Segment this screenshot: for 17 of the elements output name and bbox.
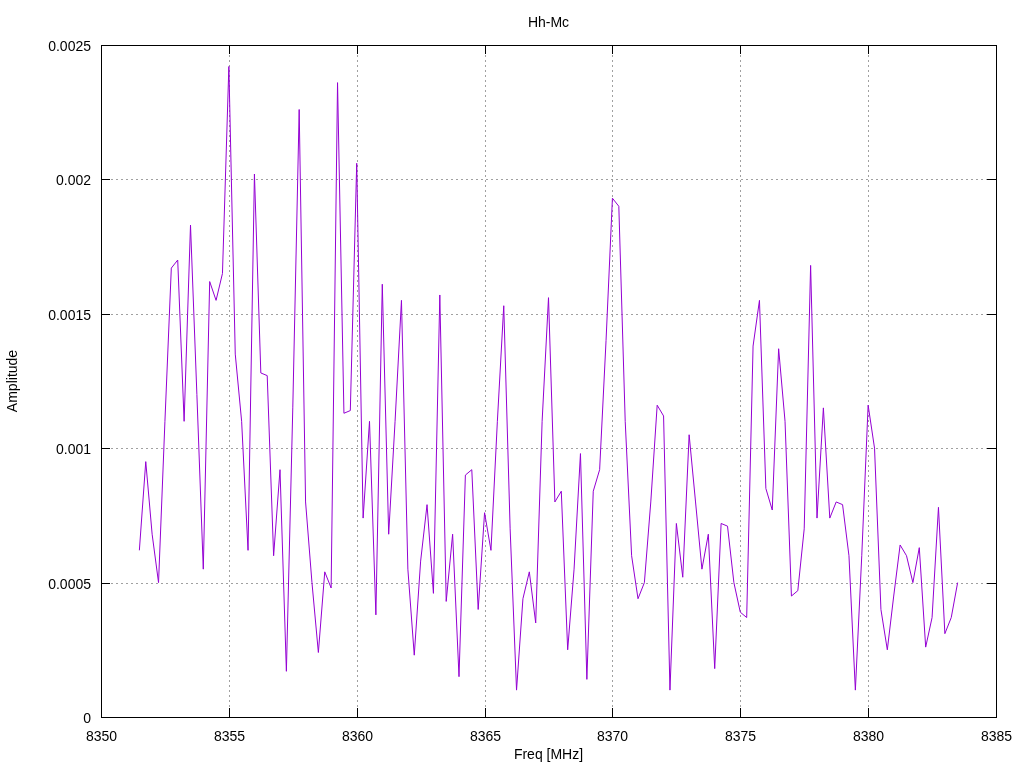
tick-label: 0.0015 xyxy=(48,306,91,323)
x-axis-label: Freq [MHz] xyxy=(513,746,584,762)
chart-title: Hh-Mc xyxy=(527,14,570,30)
tick-label: 0.0025 xyxy=(48,37,91,54)
tick-label: 8355 xyxy=(213,728,246,744)
tick-label: 8380 xyxy=(852,728,885,744)
tick-label: 8375 xyxy=(724,728,757,744)
y-axis-label: Amplitude xyxy=(4,349,20,413)
tick-label: 8360 xyxy=(341,728,374,744)
tick-label: 0.002 xyxy=(55,171,91,188)
tick-label: 8350 xyxy=(85,728,118,744)
tick-label: 8385 xyxy=(980,728,1013,744)
tick-label: 0.0005 xyxy=(48,575,91,592)
tick-label: 8365 xyxy=(469,728,502,744)
tick-label: 0 xyxy=(83,709,91,726)
tick-label: 8370 xyxy=(596,728,629,744)
tick-label: 0.001 xyxy=(55,440,91,457)
